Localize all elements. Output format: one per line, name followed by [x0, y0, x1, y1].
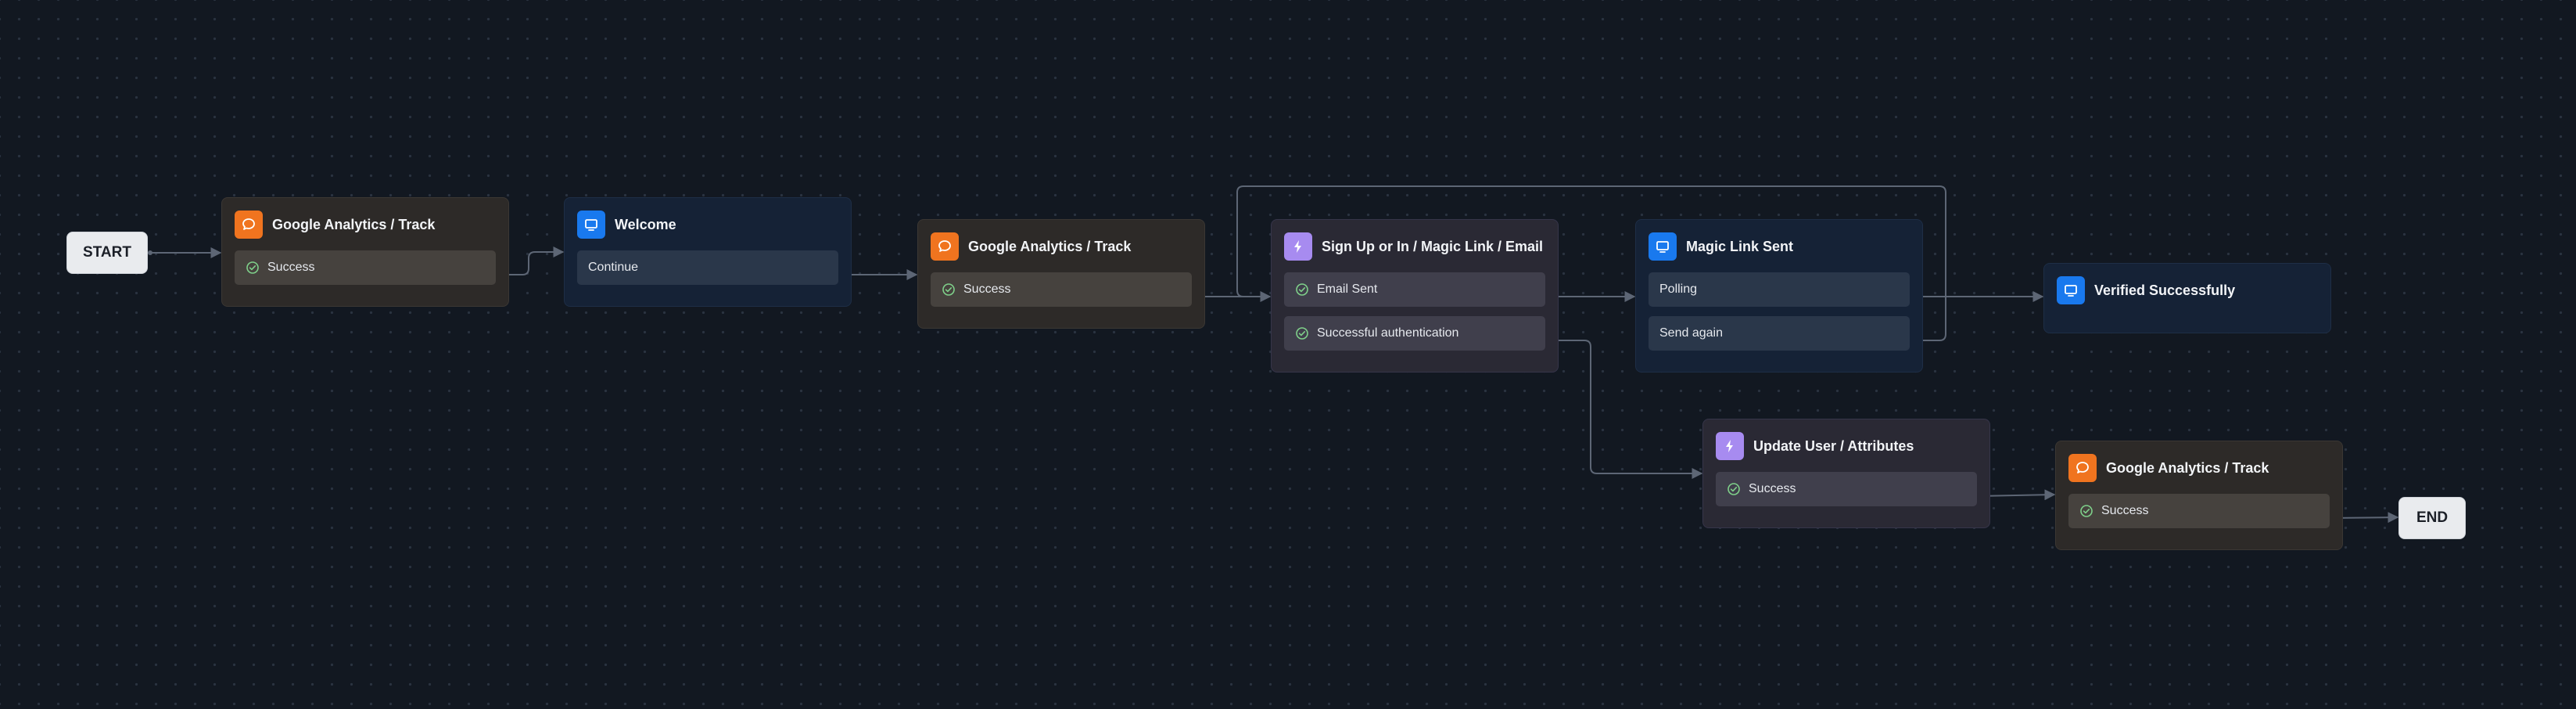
end-node[interactable]: END — [2398, 497, 2466, 539]
port-label: Successful authentication — [1317, 326, 1459, 340]
node-google-analytics-track-3[interactable]: Google Analytics / Track Success — [2055, 441, 2343, 550]
check-circle-icon — [942, 283, 956, 297]
port-send-again[interactable]: Send again — [1649, 316, 1910, 351]
node-header: Sign Up or In / Magic Link / Email — [1284, 232, 1545, 261]
check-circle-icon — [246, 261, 260, 275]
start-label: START — [83, 244, 131, 261]
port-success[interactable]: Success — [2068, 494, 2330, 528]
node-header: Google Analytics / Track — [235, 211, 496, 239]
chat-bubble-icon — [931, 232, 959, 261]
port-successful-authentication[interactable]: Successful authentication — [1284, 316, 1545, 351]
node-title: Update User / Attributes — [1753, 437, 1914, 454]
check-circle-icon — [1727, 482, 1741, 496]
flow-canvas[interactable]: START Google Analytics / Track Success W… — [0, 0, 2576, 709]
port-success[interactable]: Success — [235, 250, 496, 285]
node-title: Google Analytics / Track — [272, 216, 436, 232]
monitor-icon — [2057, 276, 2085, 304]
port-label: Send again — [1659, 326, 1723, 340]
check-circle-icon — [2079, 504, 2093, 518]
port-continue[interactable]: Continue — [577, 250, 838, 285]
check-circle-icon — [1295, 283, 1309, 297]
node-title: Welcome — [615, 216, 676, 232]
node-title: Sign Up or In / Magic Link / Email — [1322, 238, 1544, 254]
monitor-icon — [577, 211, 605, 239]
node-google-analytics-track-2[interactable]: Google Analytics / Track Success — [917, 219, 1205, 329]
chat-bubble-icon — [2068, 454, 2097, 482]
node-title: Magic Link Sent — [1686, 238, 1794, 254]
lightning-icon — [1284, 232, 1312, 261]
node-title: Google Analytics / Track — [2106, 459, 2269, 476]
node-header: Welcome — [577, 211, 838, 239]
start-node[interactable]: START — [66, 232, 148, 274]
node-header: Magic Link Sent — [1649, 232, 1910, 261]
node-verified-successfully[interactable]: Verified Successfully — [2043, 263, 2331, 333]
lightning-icon — [1716, 432, 1744, 460]
port-polling[interactable]: Polling — [1649, 272, 1910, 307]
port-label: Success — [1749, 482, 1796, 495]
node-header: Google Analytics / Track — [931, 232, 1192, 261]
node-update-user-attributes[interactable]: Update User / Attributes Success — [1702, 419, 1990, 528]
monitor-icon — [1649, 232, 1677, 261]
port-label: Success — [963, 283, 1011, 296]
node-google-analytics-track-1[interactable]: Google Analytics / Track Success — [221, 197, 509, 307]
node-title: Google Analytics / Track — [968, 238, 1132, 254]
node-magic-link-sent[interactable]: Magic Link Sent Polling Send again — [1635, 219, 1923, 372]
port-label: Email Sent — [1317, 283, 1378, 296]
port-label: Continue — [588, 261, 639, 274]
port-success[interactable]: Success — [1716, 472, 1977, 506]
node-header: Google Analytics / Track — [2068, 454, 2330, 482]
chat-bubble-icon — [235, 211, 263, 239]
port-label: Success — [267, 261, 315, 274]
port-label: Polling — [1659, 283, 1698, 296]
port-label: Success — [2101, 504, 2149, 517]
node-sign-up-magic-link-email[interactable]: Sign Up or In / Magic Link / Email Email… — [1271, 219, 1559, 372]
node-title: Verified Successfully — [2094, 282, 2236, 298]
end-label: END — [2416, 509, 2449, 526]
port-success[interactable]: Success — [931, 272, 1192, 307]
port-email-sent[interactable]: Email Sent — [1284, 272, 1545, 307]
node-header: Update User / Attributes — [1716, 432, 1977, 460]
check-circle-icon — [1295, 326, 1309, 340]
port-dot — [148, 250, 152, 255]
node-header: Verified Successfully — [2057, 276, 2318, 304]
node-welcome[interactable]: Welcome Continue — [564, 197, 852, 307]
